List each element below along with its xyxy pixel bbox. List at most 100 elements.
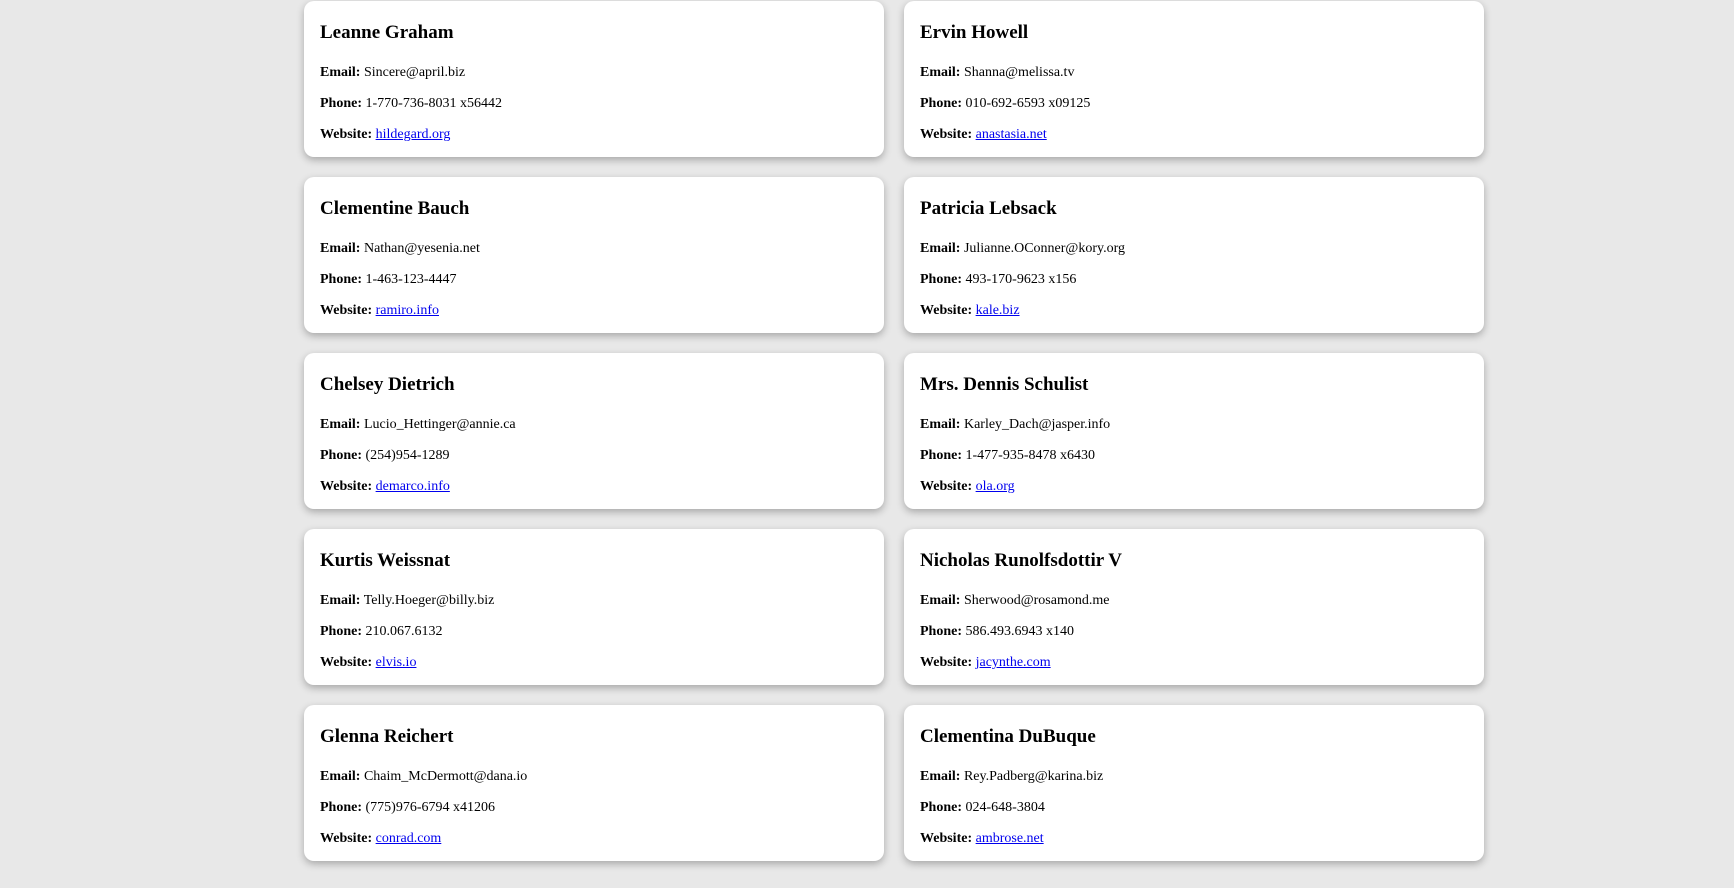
email-label: Email: bbox=[320, 593, 361, 608]
phone-label: Phone: bbox=[320, 96, 362, 111]
email-row: Email: Lucio_Hettinger@annie.ca bbox=[320, 414, 868, 435]
email-value: Lucio_Hettinger@annie.ca bbox=[363, 417, 516, 432]
website-label: Website: bbox=[920, 831, 973, 846]
phone-value: 1-463-123-4447 bbox=[365, 272, 457, 287]
website-label: Website: bbox=[320, 127, 373, 142]
email-row: Email: Rey.Padberg@karina.biz bbox=[920, 766, 1468, 787]
phone-value: 586.493.6943 x140 bbox=[965, 624, 1075, 639]
phone-row: Phone: 493-170-9623 x156 bbox=[920, 269, 1468, 290]
website-label: Website: bbox=[320, 655, 373, 670]
user-name: Patricia Lebsack bbox=[920, 198, 1057, 219]
phone-label: Phone: bbox=[320, 448, 362, 463]
user-name: Ervin Howell bbox=[920, 22, 1029, 43]
email-label: Email: bbox=[320, 65, 361, 80]
user-card: Kurtis Weissnat Email: Telly.Hoeger@bill… bbox=[304, 529, 884, 685]
email-row: Email: Sherwood@rosamond.me bbox=[920, 590, 1468, 611]
phone-label: Phone: bbox=[920, 272, 962, 287]
website-row: Website: ola.org bbox=[920, 476, 1468, 497]
user-card: Ervin Howell Email: Shanna@melissa.tv Ph… bbox=[904, 1, 1484, 157]
phone-label: Phone: bbox=[920, 96, 962, 111]
user-name: Chelsey Dietrich bbox=[320, 374, 455, 395]
user-name: Mrs. Dennis Schulist bbox=[920, 374, 1089, 395]
email-value: Telly.Hoeger@billy.biz bbox=[363, 593, 495, 608]
user-name: Leanne Graham bbox=[320, 22, 454, 43]
phone-row: Phone: 024-648-3804 bbox=[920, 797, 1468, 818]
user-card: Glenna Reichert Email: Chaim_McDermott@d… bbox=[304, 705, 884, 861]
website-label: Website: bbox=[920, 479, 973, 494]
website-label: Website: bbox=[920, 655, 973, 670]
website-link[interactable]: demarco.info bbox=[376, 479, 450, 494]
email-label: Email: bbox=[920, 65, 961, 80]
website-link[interactable]: jacynthe.com bbox=[976, 655, 1051, 670]
phone-value: 024-648-3804 bbox=[965, 800, 1045, 815]
email-row: Email: Sincere@april.biz bbox=[320, 62, 868, 83]
website-label: Website: bbox=[920, 303, 973, 318]
website-row: Website: kale.biz bbox=[920, 300, 1468, 321]
email-value: Shanna@melissa.tv bbox=[963, 65, 1075, 80]
user-card: Chelsey Dietrich Email: Lucio_Hettinger@… bbox=[304, 353, 884, 509]
user-card: Clementina DuBuque Email: Rey.Padberg@ka… bbox=[904, 705, 1484, 861]
user-card: Patricia Lebsack Email: Julianne.OConner… bbox=[904, 177, 1484, 333]
website-row: Website: jacynthe.com bbox=[920, 652, 1468, 673]
email-value: Sherwood@rosamond.me bbox=[963, 593, 1110, 608]
email-row: Email: Nathan@yesenia.net bbox=[320, 238, 868, 259]
phone-row: Phone: 586.493.6943 x140 bbox=[920, 621, 1468, 642]
website-link[interactable]: elvis.io bbox=[376, 655, 417, 670]
user-name: Nicholas Runolfsdottir V bbox=[920, 550, 1122, 571]
website-link[interactable]: ramiro.info bbox=[376, 303, 439, 318]
email-row: Email: Telly.Hoeger@billy.biz bbox=[320, 590, 868, 611]
phone-label: Phone: bbox=[920, 800, 962, 815]
website-row: Website: elvis.io bbox=[320, 652, 868, 673]
phone-row: Phone: 210.067.6132 bbox=[320, 621, 868, 642]
website-row: Website: ramiro.info bbox=[320, 300, 868, 321]
phone-value: 493-170-9623 x156 bbox=[965, 272, 1077, 287]
phone-value: 010-692-6593 x09125 bbox=[965, 96, 1091, 111]
website-link[interactable]: conrad.com bbox=[376, 831, 442, 846]
user-name: Clementine Bauch bbox=[320, 198, 470, 219]
website-label: Website: bbox=[920, 127, 973, 142]
email-label: Email: bbox=[320, 769, 361, 784]
website-link[interactable]: ola.org bbox=[976, 479, 1015, 494]
email-label: Email: bbox=[920, 417, 961, 432]
email-value: Chaim_McDermott@dana.io bbox=[363, 769, 528, 784]
phone-row: Phone: 010-692-6593 x09125 bbox=[920, 93, 1468, 114]
website-link[interactable]: ambrose.net bbox=[976, 831, 1044, 846]
email-label: Email: bbox=[320, 417, 361, 432]
phone-row: Phone: 1-770-736-8031 x56442 bbox=[320, 93, 868, 114]
website-row: Website: hildegard.org bbox=[320, 124, 868, 145]
email-value: Rey.Padberg@karina.biz bbox=[963, 769, 1104, 784]
phone-label: Phone: bbox=[320, 624, 362, 639]
website-link[interactable]: anastasia.net bbox=[976, 127, 1047, 142]
email-row: Email: Chaim_McDermott@dana.io bbox=[320, 766, 868, 787]
phone-label: Phone: bbox=[920, 448, 962, 463]
user-card-grid: Leanne Graham Email: Sincere@april.biz P… bbox=[304, 1, 1484, 861]
phone-value: (254)954-1289 bbox=[365, 448, 450, 463]
phone-row: Phone: (775)976-6794 x41206 bbox=[320, 797, 868, 818]
website-label: Website: bbox=[320, 303, 373, 318]
phone-label: Phone: bbox=[320, 800, 362, 815]
website-row: Website: anastasia.net bbox=[920, 124, 1468, 145]
email-label: Email: bbox=[920, 241, 961, 256]
phone-label: Phone: bbox=[320, 272, 362, 287]
email-row: Email: Julianne.OConner@kory.org bbox=[920, 238, 1468, 259]
phone-row: Phone: 1-463-123-4447 bbox=[320, 269, 868, 290]
phone-value: 210.067.6132 bbox=[365, 624, 443, 639]
phone-label: Phone: bbox=[920, 624, 962, 639]
email-value: Julianne.OConner@kory.org bbox=[963, 241, 1125, 256]
user-card: Nicholas Runolfsdottir V Email: Sherwood… bbox=[904, 529, 1484, 685]
email-label: Email: bbox=[920, 769, 961, 784]
user-name: Clementina DuBuque bbox=[920, 726, 1096, 747]
website-link[interactable]: kale.biz bbox=[976, 303, 1020, 318]
website-label: Website: bbox=[320, 479, 373, 494]
phone-row: Phone: (254)954-1289 bbox=[320, 445, 868, 466]
website-row: Website: ambrose.net bbox=[920, 828, 1468, 849]
email-label: Email: bbox=[920, 593, 961, 608]
email-row: Email: Shanna@melissa.tv bbox=[920, 62, 1468, 83]
user-card: Leanne Graham Email: Sincere@april.biz P… bbox=[304, 1, 884, 157]
website-link[interactable]: hildegard.org bbox=[376, 127, 451, 142]
user-card: Clementine Bauch Email: Nathan@yesenia.n… bbox=[304, 177, 884, 333]
website-label: Website: bbox=[320, 831, 373, 846]
user-name: Glenna Reichert bbox=[320, 726, 454, 747]
email-row: Email: Karley_Dach@jasper.info bbox=[920, 414, 1468, 435]
user-card: Mrs. Dennis Schulist Email: Karley_Dach@… bbox=[904, 353, 1484, 509]
